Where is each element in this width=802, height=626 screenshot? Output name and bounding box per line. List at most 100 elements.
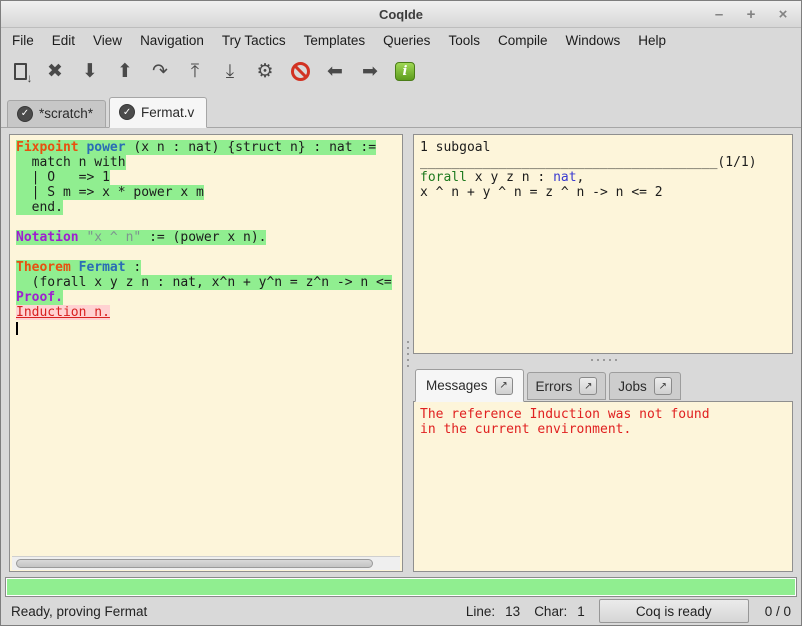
code-line: end. xyxy=(16,200,402,215)
goal-line: ______________________________________(1… xyxy=(420,155,786,170)
tab-label: Messages xyxy=(426,378,488,393)
progress-fill xyxy=(7,579,795,595)
minimize-button[interactable]: – xyxy=(711,7,727,22)
goal-line: forall x y z n : nat, xyxy=(420,170,786,185)
no-entry-icon xyxy=(291,62,310,81)
detach-icon[interactable]: ↗ xyxy=(579,377,597,395)
titlebar[interactable]: CoqIde – + × xyxy=(1,1,801,28)
check-circle-icon: ✓ xyxy=(119,104,135,120)
tab-errors[interactable]: Errors ↗ xyxy=(527,372,607,400)
previous-occurrence-button[interactable]: ⬅ xyxy=(324,58,346,84)
curved-arrow-icon: ↷ xyxy=(152,62,168,81)
gear-icon: ⚙ xyxy=(256,62,273,81)
source-editor[interactable]: Fixpoint power (x n : nat) {struct n} : … xyxy=(9,134,403,572)
window-controls: – + × xyxy=(711,1,791,27)
tab-label: Errors xyxy=(536,379,573,394)
horizontal-scrollbar[interactable] xyxy=(12,556,400,570)
save-button[interactable] xyxy=(9,58,31,84)
code-line xyxy=(16,215,402,230)
check-circle-icon: ✓ xyxy=(17,106,33,122)
go-to-end-button[interactable]: ⤓ xyxy=(219,58,241,84)
tab-label: Fermat.v xyxy=(141,105,194,120)
line-value: 13 xyxy=(505,604,520,619)
menubar: FileEditViewNavigationTry TacticsTemplat… xyxy=(1,28,801,52)
messages-tabbar: Messages ↗ Errors ↗ Jobs ↗ xyxy=(413,366,793,401)
menu-templates[interactable]: Templates xyxy=(295,30,375,51)
char-label: Char: xyxy=(534,604,567,619)
code-line: | S m => x * power x m xyxy=(16,185,402,200)
menu-queries[interactable]: Queries xyxy=(374,30,439,51)
about-button[interactable]: i xyxy=(394,58,416,84)
close-buffer-button[interactable]: ✖ xyxy=(44,58,66,84)
menu-tools[interactable]: Tools xyxy=(439,30,489,51)
coqide-window: CoqIde – + × FileEditViewNavigationTry T… xyxy=(0,0,802,626)
tab-label: Jobs xyxy=(618,379,647,394)
menu-compile[interactable]: Compile xyxy=(489,30,557,51)
code-line: Theorem Fermat : xyxy=(16,260,402,275)
code-line xyxy=(16,245,402,260)
messages-notebook: Messages ↗ Errors ↗ Jobs ↗ The reference Indu… xyxy=(413,366,793,572)
tab-jobs[interactable]: Jobs ↗ xyxy=(609,372,681,400)
menu-try-tactics[interactable]: Try Tactics xyxy=(213,30,295,51)
vertical-splitter-handle[interactable] xyxy=(403,134,413,572)
statusbar: Ready, proving Fermat Line: 13 Char: 1 C… xyxy=(1,597,801,625)
tab-messages[interactable]: Messages ↗ xyxy=(415,369,524,402)
goal-line: x ^ n + y ^ n = z ^ n -> n <= 2 xyxy=(420,185,786,200)
detach-icon[interactable]: ↗ xyxy=(654,377,672,395)
text-cursor xyxy=(16,322,18,335)
save-page-icon xyxy=(14,63,27,80)
window-title: CoqIde xyxy=(379,7,423,22)
coq-state-button[interactable]: Coq is ready xyxy=(599,599,749,623)
menu-navigation[interactable]: Navigation xyxy=(131,30,213,51)
menu-view[interactable]: View xyxy=(84,30,131,51)
next-occurrence-button[interactable]: ➡ xyxy=(359,58,381,84)
tab-fermat-v[interactable]: ✓ Fermat.v xyxy=(109,97,207,128)
up-arrow-to-bar-icon: ⤒ xyxy=(191,62,199,81)
message-line: The reference Induction was not found xyxy=(420,407,786,422)
horizontal-splitter-handle[interactable] xyxy=(413,354,793,366)
go-to-start-button[interactable]: ⤒ xyxy=(184,58,206,84)
right-arrow-icon: ➡ xyxy=(362,62,378,81)
fully-check-button[interactable]: ⚙ xyxy=(254,58,276,84)
goal-line: 1 subgoal xyxy=(420,140,786,155)
code-line: (forall x y z n : nat, x^n + y^n = z^n -… xyxy=(16,275,402,290)
toolbar: ✖ ⬇ ⬆ ↷ ⤒ ⤓ ⚙ ⬅ ➡ i xyxy=(1,52,801,90)
close-button[interactable]: × xyxy=(775,7,791,22)
right-column: 1 subgoal_______________________________… xyxy=(413,134,793,572)
goals-pane[interactable]: 1 subgoal_______________________________… xyxy=(413,134,793,354)
tab-scratch[interactable]: ✓ *scratch* xyxy=(7,100,106,127)
left-arrow-icon: ⬅ xyxy=(327,62,343,81)
forward-one-command-button[interactable]: ⬇ xyxy=(79,58,101,84)
menu-file[interactable]: File xyxy=(3,30,43,51)
detach-icon[interactable]: ↗ xyxy=(495,377,513,395)
maximize-button[interactable]: + xyxy=(743,7,759,22)
messages-content[interactable]: The reference Induction was not foundin … xyxy=(413,401,793,572)
up-arrow-icon: ⬆ xyxy=(117,62,133,81)
status-right: Line: 13 Char: 1 Coq is ready 0 / 0 xyxy=(466,599,791,623)
editor-tabbar: ✓ *scratch* ✓ Fermat.v xyxy=(1,90,801,128)
menu-edit[interactable]: Edit xyxy=(43,30,84,51)
down-arrow-to-bar-icon: ⤓ xyxy=(226,62,234,81)
tab-label: *scratch* xyxy=(39,106,93,121)
interrupt-button[interactable] xyxy=(289,58,311,84)
scrollbar-thumb[interactable] xyxy=(16,559,373,568)
code-line xyxy=(16,320,402,335)
code-line: match n with xyxy=(16,155,402,170)
code-line: Fixpoint power (x n : nat) {struct n} : … xyxy=(16,140,402,155)
status-message: Ready, proving Fermat xyxy=(11,604,466,619)
code-line: | O => 1 xyxy=(16,170,402,185)
progress-bar xyxy=(5,577,797,597)
go-to-cursor-button[interactable]: ↷ xyxy=(149,58,171,84)
message-line: in the current environment. xyxy=(420,422,786,437)
menu-windows[interactable]: Windows xyxy=(556,30,629,51)
code-line: Notation "x ^ n" := (power x n). xyxy=(16,230,402,245)
code-line: Induction n. xyxy=(16,305,402,320)
jobs-counter: 0 / 0 xyxy=(765,604,791,619)
char-value: 1 xyxy=(577,604,585,619)
close-x-icon: ✖ xyxy=(47,62,63,81)
down-arrow-icon: ⬇ xyxy=(82,62,98,81)
main-paned-area: Fixpoint power (x n : nat) {struct n} : … xyxy=(1,128,801,573)
backward-one-command-button[interactable]: ⬆ xyxy=(114,58,136,84)
code-line: Proof. xyxy=(16,290,402,305)
menu-help[interactable]: Help xyxy=(629,30,675,51)
